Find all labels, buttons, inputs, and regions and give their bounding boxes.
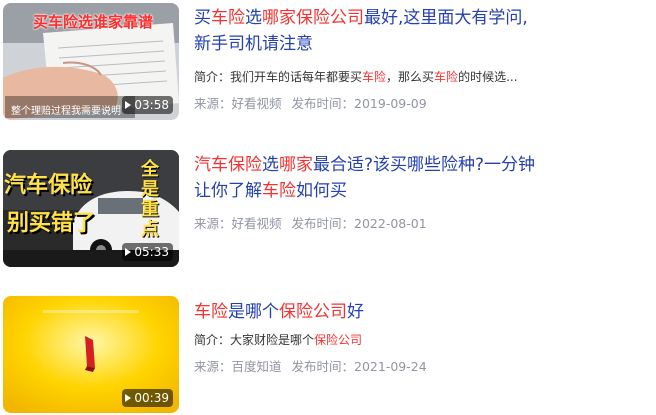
- result-meta-1: 来源：好看视频 发布时间：2019-09-09: [194, 93, 427, 112]
- thumb-caption-bottom-1: 整个理赔过程我需要说明: [11, 106, 121, 117]
- snippet-segment: 简介：大家财险是哪个: [194, 333, 315, 347]
- search-result-1: 买车险选谁家靠谱 整个理赔过程我需要说明 03:58 买车险选哪家保险公司最好,…: [0, 0, 656, 120]
- video-duration-badge-3: 00:39: [122, 389, 173, 407]
- title-highlight: 车险: [211, 8, 245, 28]
- snippet-segment: ，那么买: [386, 70, 435, 84]
- result-title-link-1[interactable]: 买车险选哪家保险公司最好,这里面大有学问, 新手司机请注意: [194, 5, 564, 57]
- title-segment: 买: [194, 8, 211, 28]
- duration-text-1: 03:58: [134, 98, 169, 112]
- thumb-caption-side-2: 全是重点: [141, 159, 159, 240]
- snippet-highlight: 保险公司: [314, 333, 363, 347]
- duration-text-3: 00:39: [134, 391, 169, 405]
- title-segment: 最好,这里面大有学问,: [364, 8, 528, 28]
- result-title-link-2[interactable]: 汽车保险选哪家最合适?该买哪些险种?一分钟让你了解车险如何买: [194, 152, 564, 204]
- play-icon: [125, 394, 132, 402]
- search-result-3: 00:39 车险是哪个保险公司好 简介：大家财险是哪个保险公司 来源：百度知道发…: [0, 293, 656, 413]
- snippet-segment: 简介：我们开车的话每年都要买: [194, 70, 363, 84]
- title-segment: 让你了解: [194, 181, 262, 201]
- source-label: 来源：好看视频: [194, 216, 282, 231]
- title-segment: 好: [347, 302, 364, 322]
- snippet-segment: 的时候选...: [458, 70, 518, 84]
- thumb-caption-top-1: 买车险选谁家靠谱: [33, 13, 154, 31]
- duration-text-2: 05:33: [134, 245, 169, 259]
- title-segment: 是哪个: [228, 302, 279, 322]
- video-thumbnail-2[interactable]: 汽车保险 别买错了 全是重点 05:33: [3, 150, 179, 267]
- result-title-link-3[interactable]: 车险是哪个保险公司好: [194, 299, 564, 325]
- publish-date: 发布时间：2021-09-24: [291, 359, 427, 374]
- title-highlight: 汽车保险: [194, 155, 262, 175]
- video-duration-badge-2: 05:33: [122, 243, 173, 261]
- title-segment: 选: [262, 155, 279, 175]
- video-duration-badge-1: 03:58: [122, 96, 173, 114]
- title-highlight: 保险公司: [279, 302, 347, 322]
- snippet-highlight: 车险: [434, 70, 459, 84]
- title-highlight: 车险: [262, 181, 296, 201]
- play-icon: [125, 248, 132, 256]
- thumb-caption-line1-2: 汽车保险: [4, 173, 93, 198]
- title-segment: 如何买: [296, 181, 347, 201]
- source-label: 来源：好看视频: [194, 96, 282, 111]
- result-meta-3: 来源：百度知道 发布时间：2021-09-24: [194, 356, 427, 375]
- video-thumbnail-1[interactable]: 买车险选谁家靠谱 整个理赔过程我需要说明 03:58: [3, 3, 179, 120]
- snippet-highlight: 车险: [362, 70, 387, 84]
- source-label: 来源：百度知道: [194, 359, 282, 374]
- result-snippet-3: 简介：大家财险是哪个保险公司: [194, 331, 634, 348]
- search-result-2: 汽车保险 别买错了 全是重点 05:33 汽车保险选哪家最合适?该买哪些险种?一…: [0, 147, 656, 267]
- title-highlight: 车险: [194, 302, 228, 322]
- video-thumbnail-3[interactable]: 00:39: [3, 296, 179, 413]
- publish-date: 发布时间：2019-09-09: [291, 96, 427, 111]
- thumb-caption-line2-2: 别买错了: [7, 211, 96, 236]
- play-icon: [125, 101, 132, 109]
- title-segment: 最合适?该买哪些险种?一分钟: [313, 155, 536, 175]
- title-segment: 新手司机请注意: [194, 34, 313, 54]
- result-meta-2: 来源：好看视频 发布时间：2022-08-01: [194, 213, 427, 232]
- result-snippet-1: 简介：我们开车的话每年都要买车险，那么买车险的时候选...: [194, 68, 634, 85]
- title-highlight: 哪家保险公司: [262, 8, 364, 28]
- title-highlight: 哪家: [279, 155, 313, 175]
- title-segment: 选: [245, 8, 262, 28]
- publish-date: 发布时间：2022-08-01: [291, 216, 427, 231]
